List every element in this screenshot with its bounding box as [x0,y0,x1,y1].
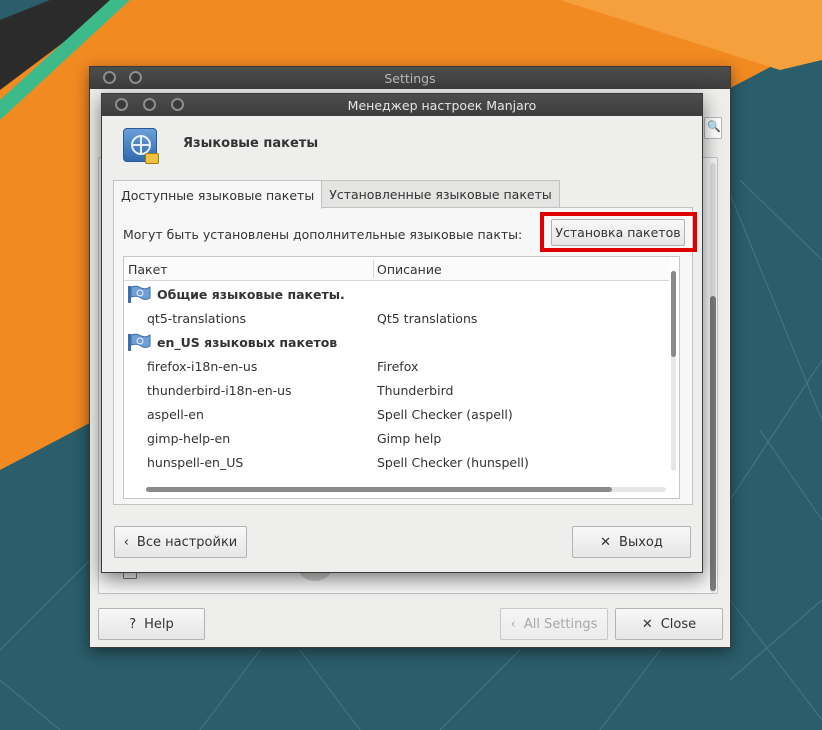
help-icon: ? [129,616,137,632]
package-name: hunspell-en_US [147,455,244,470]
chevron-left-icon: ‹ [123,534,129,550]
package-name: Общие языковые пакеты. [157,287,345,302]
tree-row[interactable]: thunderbird-i18n-en-us Thunderbird [124,378,669,402]
close-icon: ✕ [641,616,653,632]
settings-window-title: Settings [384,71,436,86]
tree-row[interactable]: qt5-translations Qt5 translations [124,306,669,330]
tree-horizontal-scrollbar[interactable] [146,487,666,492]
install-packages-button[interactable]: Установка пакетов [551,219,685,246]
all-settings-button[interactable]: ‹ All Settings [500,608,608,640]
tab-bar: Доступные языковые пакеты Установленные … [113,180,560,209]
tree-group-row[interactable]: en_US языковых пакетов [124,330,669,354]
tree-header: Пакет Описание [124,257,669,281]
package-description: Spell Checker (aspell) [377,407,513,422]
package-name: qt5-translations [147,311,247,326]
page-title: Языковые пакеты [183,136,319,151]
settings-scrollbar[interactable] [710,163,716,593]
tree-row[interactable]: gimp-help-en Gimp help [124,426,669,450]
package-description: Firefox [377,359,419,374]
package-description: Gimp help [377,431,442,446]
tab-installed-packages[interactable]: Установленные языковые пакеты [322,180,560,208]
package-name: en_US языковых пакетов [157,335,338,350]
close-label: Close [660,616,697,632]
tree-group-row[interactable]: Общие языковые пакеты. [124,282,669,306]
package-description: Spell Checker (hunspell) [377,455,529,470]
install-packages-label: Установка пакетов [555,225,681,240]
package-name: firefox-i18n-en-us [147,359,258,374]
flag-icon [128,285,151,303]
column-header-package[interactable]: Пакет [128,262,168,277]
chevron-left-icon: ‹ [510,616,516,632]
help-button[interactable]: ? Help [98,608,205,640]
info-text: Могут быть установлены дополнительные яз… [123,227,523,242]
close-icon: ✕ [600,534,612,550]
tree-row[interactable]: hunspell-en_US Spell Checker (hunspell) [124,450,669,474]
tab-available-packages[interactable]: Доступные языковые пакеты [113,180,323,209]
exit-button[interactable]: ✕ Выход [572,526,691,558]
packages-tree[interactable]: Пакет Описание Общие языковые пакеты. qt5… [123,256,680,499]
tab-panel: Могут быть установлены дополнительные яз… [113,207,697,505]
package-name: aspell-en [147,407,204,422]
search-icon: 🔍 [707,120,721,133]
package-description: Qt5 translations [377,311,478,326]
all-settings-ru-label: Все настройки [136,534,238,550]
help-label: Help [144,616,174,632]
package-name: thunderbird-i18n-en-us [147,383,292,398]
tree-row[interactable]: aspell-en Spell Checker (aspell) [124,402,669,426]
language-packages-icon [123,128,159,164]
tree-row[interactable]: firefox-i18n-en-us Firefox [124,354,669,378]
flag-icon [128,333,151,351]
package-name: gimp-help-en [147,431,231,446]
manjaro-titlebar[interactable]: Менеджер настроек Manjaro [102,94,702,116]
all-settings-label: All Settings [523,616,598,632]
tree-vertical-scrollbar[interactable] [671,271,676,471]
manjaro-window-title: Менеджер настроек Manjaro [347,98,537,113]
package-description: Thunderbird [377,383,454,398]
search-field[interactable]: 🔍 [704,117,722,139]
close-button[interactable]: ✕ Close [615,608,723,640]
column-header-description[interactable]: Описание [377,262,442,277]
manjaro-settings-window: Менеджер настроек Manjaro Языковые пакет… [101,93,703,573]
settings-titlebar[interactable]: Settings [90,67,730,89]
exit-label: Выход [619,534,663,550]
all-settings-ru-button[interactable]: ‹ Все настройки [114,526,247,558]
